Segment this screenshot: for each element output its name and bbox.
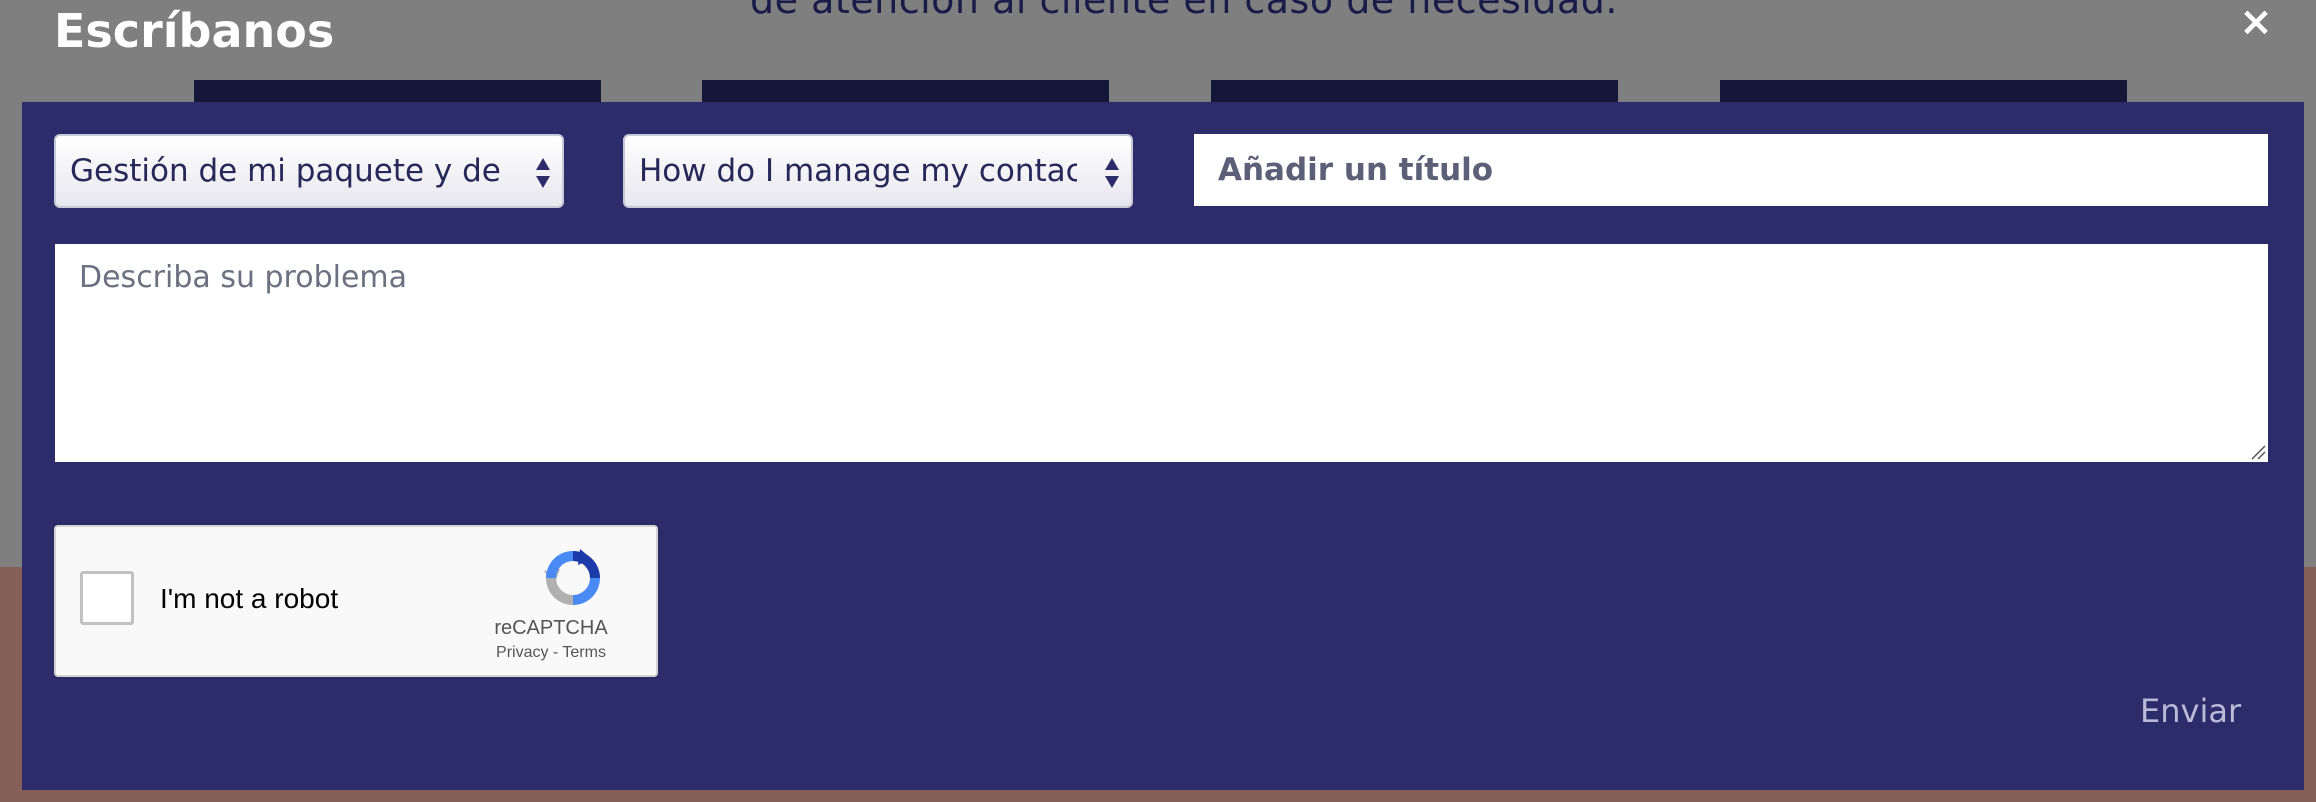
category-select-value: Gestión de mi paquete y de mis contratos xyxy=(70,153,508,189)
recaptcha-logo-icon xyxy=(544,549,600,605)
problem-description-textarea[interactable] xyxy=(55,244,2268,462)
recaptcha-checkbox[interactable] xyxy=(80,571,134,625)
recaptcha-label: I'm not a robot xyxy=(160,583,339,614)
send-button[interactable]: Enviar xyxy=(2140,692,2241,730)
question-select[interactable]: How do I manage my contact details? xyxy=(623,134,1133,208)
recaptcha-link-separator: - xyxy=(552,644,559,661)
question-select-value: How do I manage my contact details? xyxy=(639,153,1077,189)
title-input[interactable] xyxy=(1194,134,2268,206)
select-arrows-icon xyxy=(536,158,550,188)
recaptcha-widget: I'm not a robot reCAPTCHA Privacy - Term… xyxy=(54,525,658,677)
recaptcha-links: Privacy - Terms xyxy=(456,644,646,662)
category-select[interactable]: Gestión de mi paquete y de mis contratos xyxy=(54,134,564,208)
page-stage: de atención al cliente en caso de necesi… xyxy=(0,0,2316,802)
recaptcha-privacy-link[interactable]: Privacy xyxy=(496,644,548,661)
resize-grip-icon[interactable] xyxy=(2250,444,2266,460)
close-icon[interactable]: × xyxy=(2236,2,2276,42)
recaptcha-brand: reCAPTCHA xyxy=(494,617,608,639)
background-heading-text: de atención al cliente en caso de necesi… xyxy=(750,0,1618,22)
contact-form-panel: Gestión de mi paquete y de mis contratos… xyxy=(22,102,2304,790)
modal-title: Escríbanos xyxy=(54,4,335,58)
recaptcha-terms-link[interactable]: Terms xyxy=(562,644,606,661)
select-arrows-icon xyxy=(1105,158,1119,188)
